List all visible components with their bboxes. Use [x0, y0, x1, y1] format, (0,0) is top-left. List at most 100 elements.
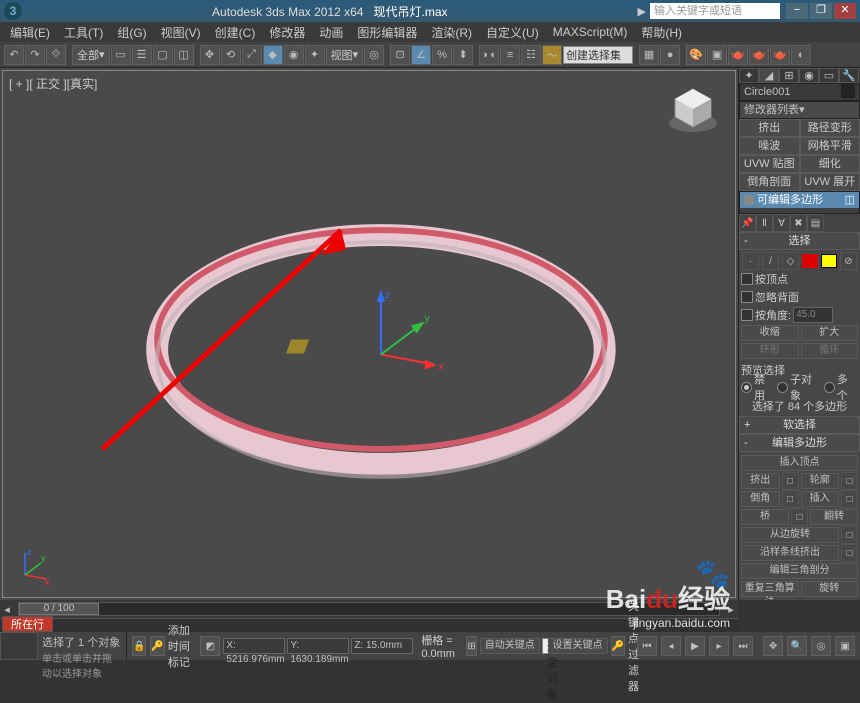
time-config-button[interactable]: ⊞: [466, 636, 476, 656]
chk-byvertex[interactable]: [741, 273, 753, 285]
hinge-settings-icon[interactable]: □: [841, 526, 858, 544]
btn-noise[interactable]: 噪波: [739, 137, 800, 155]
play-end-button[interactable]: ⏭: [733, 636, 753, 656]
angle-snap-button[interactable]: ∠: [411, 45, 431, 65]
btn-bridge[interactable]: 桥: [741, 509, 789, 525]
menu-grapheditors[interactable]: 图形编辑器: [351, 22, 423, 43]
coord-y[interactable]: Y: 1630.189mm: [287, 638, 349, 654]
key-icon[interactable]: 🔑: [611, 636, 625, 656]
subobj-vertex-icon[interactable]: ·: [742, 252, 759, 270]
render-button[interactable]: 🫖: [728, 45, 748, 65]
nav-orbit-button[interactable]: ◎: [811, 636, 831, 656]
inset-settings-icon[interactable]: □: [841, 490, 858, 508]
menu-create[interactable]: 创建(C): [209, 22, 262, 43]
subobj-edge-icon[interactable]: /: [762, 252, 779, 270]
btn-extrude2[interactable]: 挤出: [741, 473, 780, 489]
angle-spinner[interactable]: 45.0: [793, 307, 833, 323]
align-button[interactable]: ≡: [500, 45, 520, 65]
play-start-button[interactable]: ⏮: [637, 636, 657, 656]
restore-button[interactable]: ❐: [810, 3, 832, 19]
viewport-perspective[interactable]: [ + ][ 正交 ][真实] z x y: [2, 70, 736, 598]
spline-settings-icon[interactable]: □: [841, 544, 858, 562]
material-editor-button[interactable]: ●: [660, 45, 680, 65]
modifier-list-dropdown[interactable]: 修改器列表▾: [739, 101, 860, 119]
time-thumb[interactable]: 0 / 100: [19, 603, 99, 615]
btn-pathdeform[interactable]: 路径变形: [800, 119, 860, 137]
menu-customize[interactable]: 自定义(U): [480, 22, 545, 43]
manipulate-button[interactable]: ✦: [305, 45, 325, 65]
menu-help[interactable]: 帮助(H): [635, 22, 688, 43]
minimize-button[interactable]: −: [786, 3, 808, 19]
btn-flip[interactable]: 翻转: [810, 509, 858, 525]
schematic-button[interactable]: ▦: [639, 45, 659, 65]
select-move-button[interactable]: ✥: [200, 45, 220, 65]
nav-pan-button[interactable]: ✥: [763, 636, 783, 656]
btn-tessellate[interactable]: 细化: [800, 155, 860, 173]
bridge-settings-icon[interactable]: □: [791, 508, 808, 526]
coord-x[interactable]: X: 5216.976mm: [223, 638, 285, 654]
menu-animation[interactable]: 动画: [313, 22, 349, 43]
select-rotate-button[interactable]: ⟲: [221, 45, 241, 65]
play-next-button[interactable]: ▸: [709, 636, 729, 656]
rollout-selection[interactable]: 选择: [739, 232, 860, 250]
select-name-button[interactable]: ☰: [132, 45, 152, 65]
configure-icon[interactable]: ▤: [807, 214, 824, 232]
play-prev-button[interactable]: ◂: [661, 636, 681, 656]
select-scale-button[interactable]: ⤢: [242, 45, 262, 65]
addkey-icon[interactable]: 🔑: [150, 636, 164, 656]
subobj-poly-icon[interactable]: [802, 254, 818, 268]
close-button[interactable]: ✕: [834, 3, 856, 19]
pivot-button[interactable]: ◎: [364, 45, 384, 65]
select-region-button[interactable]: ▢: [153, 45, 173, 65]
named-selection-input[interactable]: 创建选择集: [563, 46, 633, 64]
btn-insertvert[interactable]: 插入顶点: [741, 455, 858, 471]
subobj-border-icon[interactable]: ◇: [782, 252, 799, 270]
btn-extrude[interactable]: 挤出: [739, 119, 800, 137]
menu-edit[interactable]: 编辑(E): [4, 22, 56, 43]
curve-editor-button[interactable]: 〜: [542, 45, 562, 65]
btn-turn[interactable]: 旋转: [801, 581, 859, 597]
rollout-softsel[interactable]: 软选择: [739, 416, 860, 434]
hierarchy-tab[interactable]: ⊞: [779, 68, 799, 83]
layers-button[interactable]: ☷: [521, 45, 541, 65]
display-tab[interactable]: ▭: [819, 68, 839, 83]
window-crossing-button[interactable]: ◫: [174, 45, 194, 65]
btn-ring[interactable]: 环形: [741, 343, 799, 359]
status-tab[interactable]: 所在行: [2, 616, 53, 632]
spinner-snap-button[interactable]: ⬍: [453, 45, 473, 65]
selection-filter[interactable]: 全部 ▾: [72, 45, 110, 65]
btn-loop[interactable]: 循环: [801, 343, 859, 359]
use-center-button[interactable]: ◉: [284, 45, 304, 65]
pin-stack-icon[interactable]: 📌: [739, 214, 756, 232]
btn-bevel[interactable]: 倒角: [741, 491, 780, 507]
modify-tab[interactable]: ◢: [759, 68, 779, 83]
btn-retri[interactable]: 重复三角算法: [741, 581, 799, 597]
app-icon[interactable]: 3: [4, 2, 22, 20]
btn-inset[interactable]: 插入: [801, 491, 840, 507]
stack-editable-poly[interactable]: 可编辑多边形◫: [740, 192, 859, 208]
remove-mod-icon[interactable]: ✖: [790, 214, 807, 232]
radio-preview-sub[interactable]: [777, 382, 788, 393]
chk-ignoreback[interactable]: [741, 291, 753, 303]
btn-uvwmap[interactable]: UVW 贴图: [739, 155, 800, 173]
render-frame-button[interactable]: ▣: [707, 45, 727, 65]
isolate-button[interactable]: ◩: [200, 636, 220, 656]
radio-preview-off[interactable]: [741, 382, 752, 393]
btn-hinge[interactable]: 从边旋转: [741, 527, 839, 543]
motion-tab[interactable]: ◉: [799, 68, 819, 83]
link-button[interactable]: ⟐: [46, 45, 66, 65]
btn-outline[interactable]: 轮廓: [801, 473, 840, 489]
subobj-element-icon[interactable]: [821, 254, 837, 268]
undo-button[interactable]: ↶: [4, 45, 24, 65]
viewcube[interactable]: [667, 83, 719, 135]
render-prod-button[interactable]: 🫖: [749, 45, 769, 65]
chk-byangle[interactable]: [741, 309, 753, 321]
menu-group[interactable]: 组(G): [111, 22, 152, 43]
nav-zoom-button[interactable]: 🔍: [787, 636, 807, 656]
radio-preview-multi[interactable]: [824, 382, 835, 393]
menu-modifiers[interactable]: 修改器: [263, 22, 311, 43]
btn-bevelprofile[interactable]: 倒角剖面: [739, 173, 800, 191]
btn-unwrap[interactable]: UVW 展开: [800, 173, 860, 191]
menu-view[interactable]: 视图(V): [155, 22, 207, 43]
autokey-button[interactable]: 自动关键点: [480, 638, 540, 654]
